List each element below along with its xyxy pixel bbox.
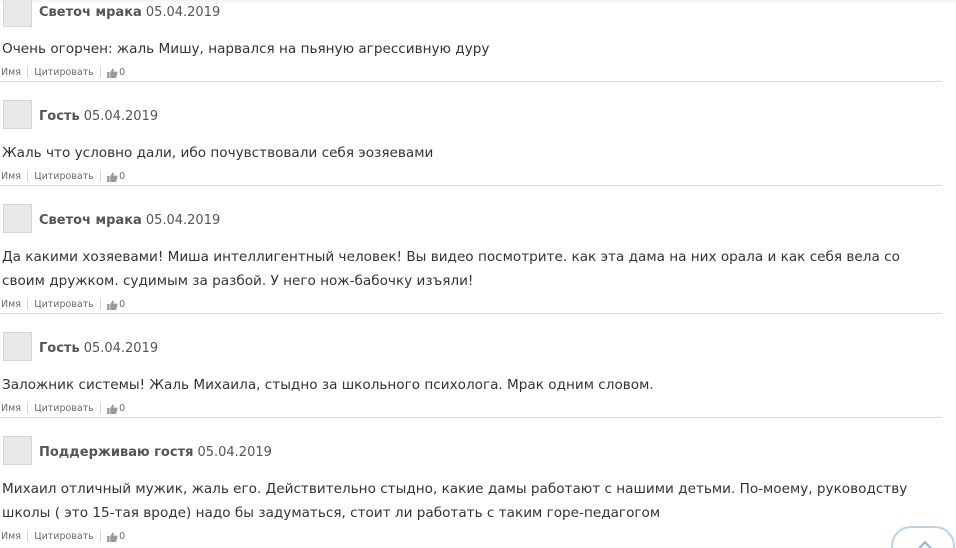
avatar xyxy=(3,100,32,129)
author-name: Гость xyxy=(39,341,80,356)
like-count: 0 xyxy=(119,299,126,310)
separator: | xyxy=(26,299,30,310)
chevron-up-icon xyxy=(917,540,933,548)
name-link[interactable]: Имя xyxy=(1,67,21,78)
separator: | xyxy=(26,67,30,78)
author-name: Светоч мрака xyxy=(39,5,142,20)
avatar xyxy=(3,204,32,233)
author-name: Светоч мрака xyxy=(39,213,142,228)
comment-author: Поддерживаю гостя 05.04.2019 xyxy=(39,445,272,460)
quote-link[interactable]: Цитировать xyxy=(34,403,94,414)
user-placeholder-icon xyxy=(4,333,31,360)
comment-text: Михаил отличный мужик, жаль его. Действи… xyxy=(2,481,908,521)
separator: | xyxy=(26,171,30,182)
separator: | xyxy=(98,299,103,310)
separator: | xyxy=(98,531,103,542)
thumbs-up-icon[interactable] xyxy=(107,532,118,542)
comment-actions: Имя | Цитировать | 0 xyxy=(1,67,125,78)
comment-date: 05.04.2019 xyxy=(145,213,221,228)
thumbs-up-icon[interactable] xyxy=(107,172,118,182)
comment-text: Да какими хозяевами! Миша интеллигентный… xyxy=(2,249,900,289)
user-placeholder-icon xyxy=(4,205,31,232)
quote-link[interactable]: Цитировать xyxy=(34,531,94,542)
comment-date: 05.04.2019 xyxy=(83,109,159,124)
thumbs-up-icon[interactable] xyxy=(107,300,118,310)
name-link[interactable]: Имя xyxy=(1,531,21,542)
divider xyxy=(0,417,942,418)
avatar xyxy=(3,332,32,361)
comment-text: Заложник системы! Жаль Михаила, стыдно з… xyxy=(2,377,654,393)
quote-link[interactable]: Цитировать xyxy=(34,299,94,310)
comment-date: 05.04.2019 xyxy=(145,5,221,20)
separator: | xyxy=(98,403,103,414)
name-link[interactable]: Имя xyxy=(1,171,21,182)
comment-author: Светоч мрака 05.04.2019 xyxy=(39,213,220,228)
thumbs-up-icon[interactable] xyxy=(107,68,118,78)
comment-text: Очень огорчен: жаль Мишу, нарвался на пь… xyxy=(2,41,490,57)
comment-actions: Имя | Цитировать | 0 xyxy=(1,403,125,414)
quote-link[interactable]: Цитировать xyxy=(34,67,94,78)
name-link[interactable]: Имя xyxy=(1,299,21,310)
top-edge xyxy=(0,0,956,4)
scroll-to-top-button[interactable] xyxy=(891,526,955,548)
divider xyxy=(0,185,942,186)
thumbs-up-icon[interactable] xyxy=(107,404,118,414)
user-placeholder-icon xyxy=(4,437,31,464)
comment-author: Гость 05.04.2019 xyxy=(39,109,158,124)
name-link[interactable]: Имя xyxy=(1,403,21,414)
author-name: Поддерживаю гостя xyxy=(39,445,194,460)
separator: | xyxy=(98,171,103,182)
separator: | xyxy=(98,67,103,78)
author-name: Гость xyxy=(39,109,80,124)
comment-actions: Имя | Цитировать | 0 xyxy=(1,531,125,542)
quote-link[interactable]: Цитировать xyxy=(34,171,94,182)
comment-date: 05.04.2019 xyxy=(197,445,272,460)
comment-actions: Имя | Цитировать | 0 xyxy=(1,171,125,182)
avatar xyxy=(3,436,32,465)
avatar xyxy=(3,0,32,27)
like-count: 0 xyxy=(119,171,126,182)
comment-author: Светоч мрака 05.04.2019 xyxy=(39,5,220,20)
like-count: 0 xyxy=(119,67,126,78)
comment-text: Жаль что условно дали, ибо почувствовали… xyxy=(2,145,434,161)
divider xyxy=(0,81,942,82)
separator: | xyxy=(26,403,30,414)
comments-feed: Светоч мрака 05.04.2019 Очень огорчен: жа… xyxy=(0,0,956,548)
user-placeholder-icon xyxy=(4,101,31,128)
user-placeholder-icon xyxy=(4,0,31,26)
divider xyxy=(0,313,942,314)
comment-author: Гость 05.04.2019 xyxy=(39,341,158,356)
comment-date: 05.04.2019 xyxy=(83,341,159,356)
like-count: 0 xyxy=(119,403,126,414)
comment-actions: Имя | Цитировать | 0 xyxy=(1,299,125,310)
separator: | xyxy=(26,531,30,542)
like-count: 0 xyxy=(119,531,126,542)
